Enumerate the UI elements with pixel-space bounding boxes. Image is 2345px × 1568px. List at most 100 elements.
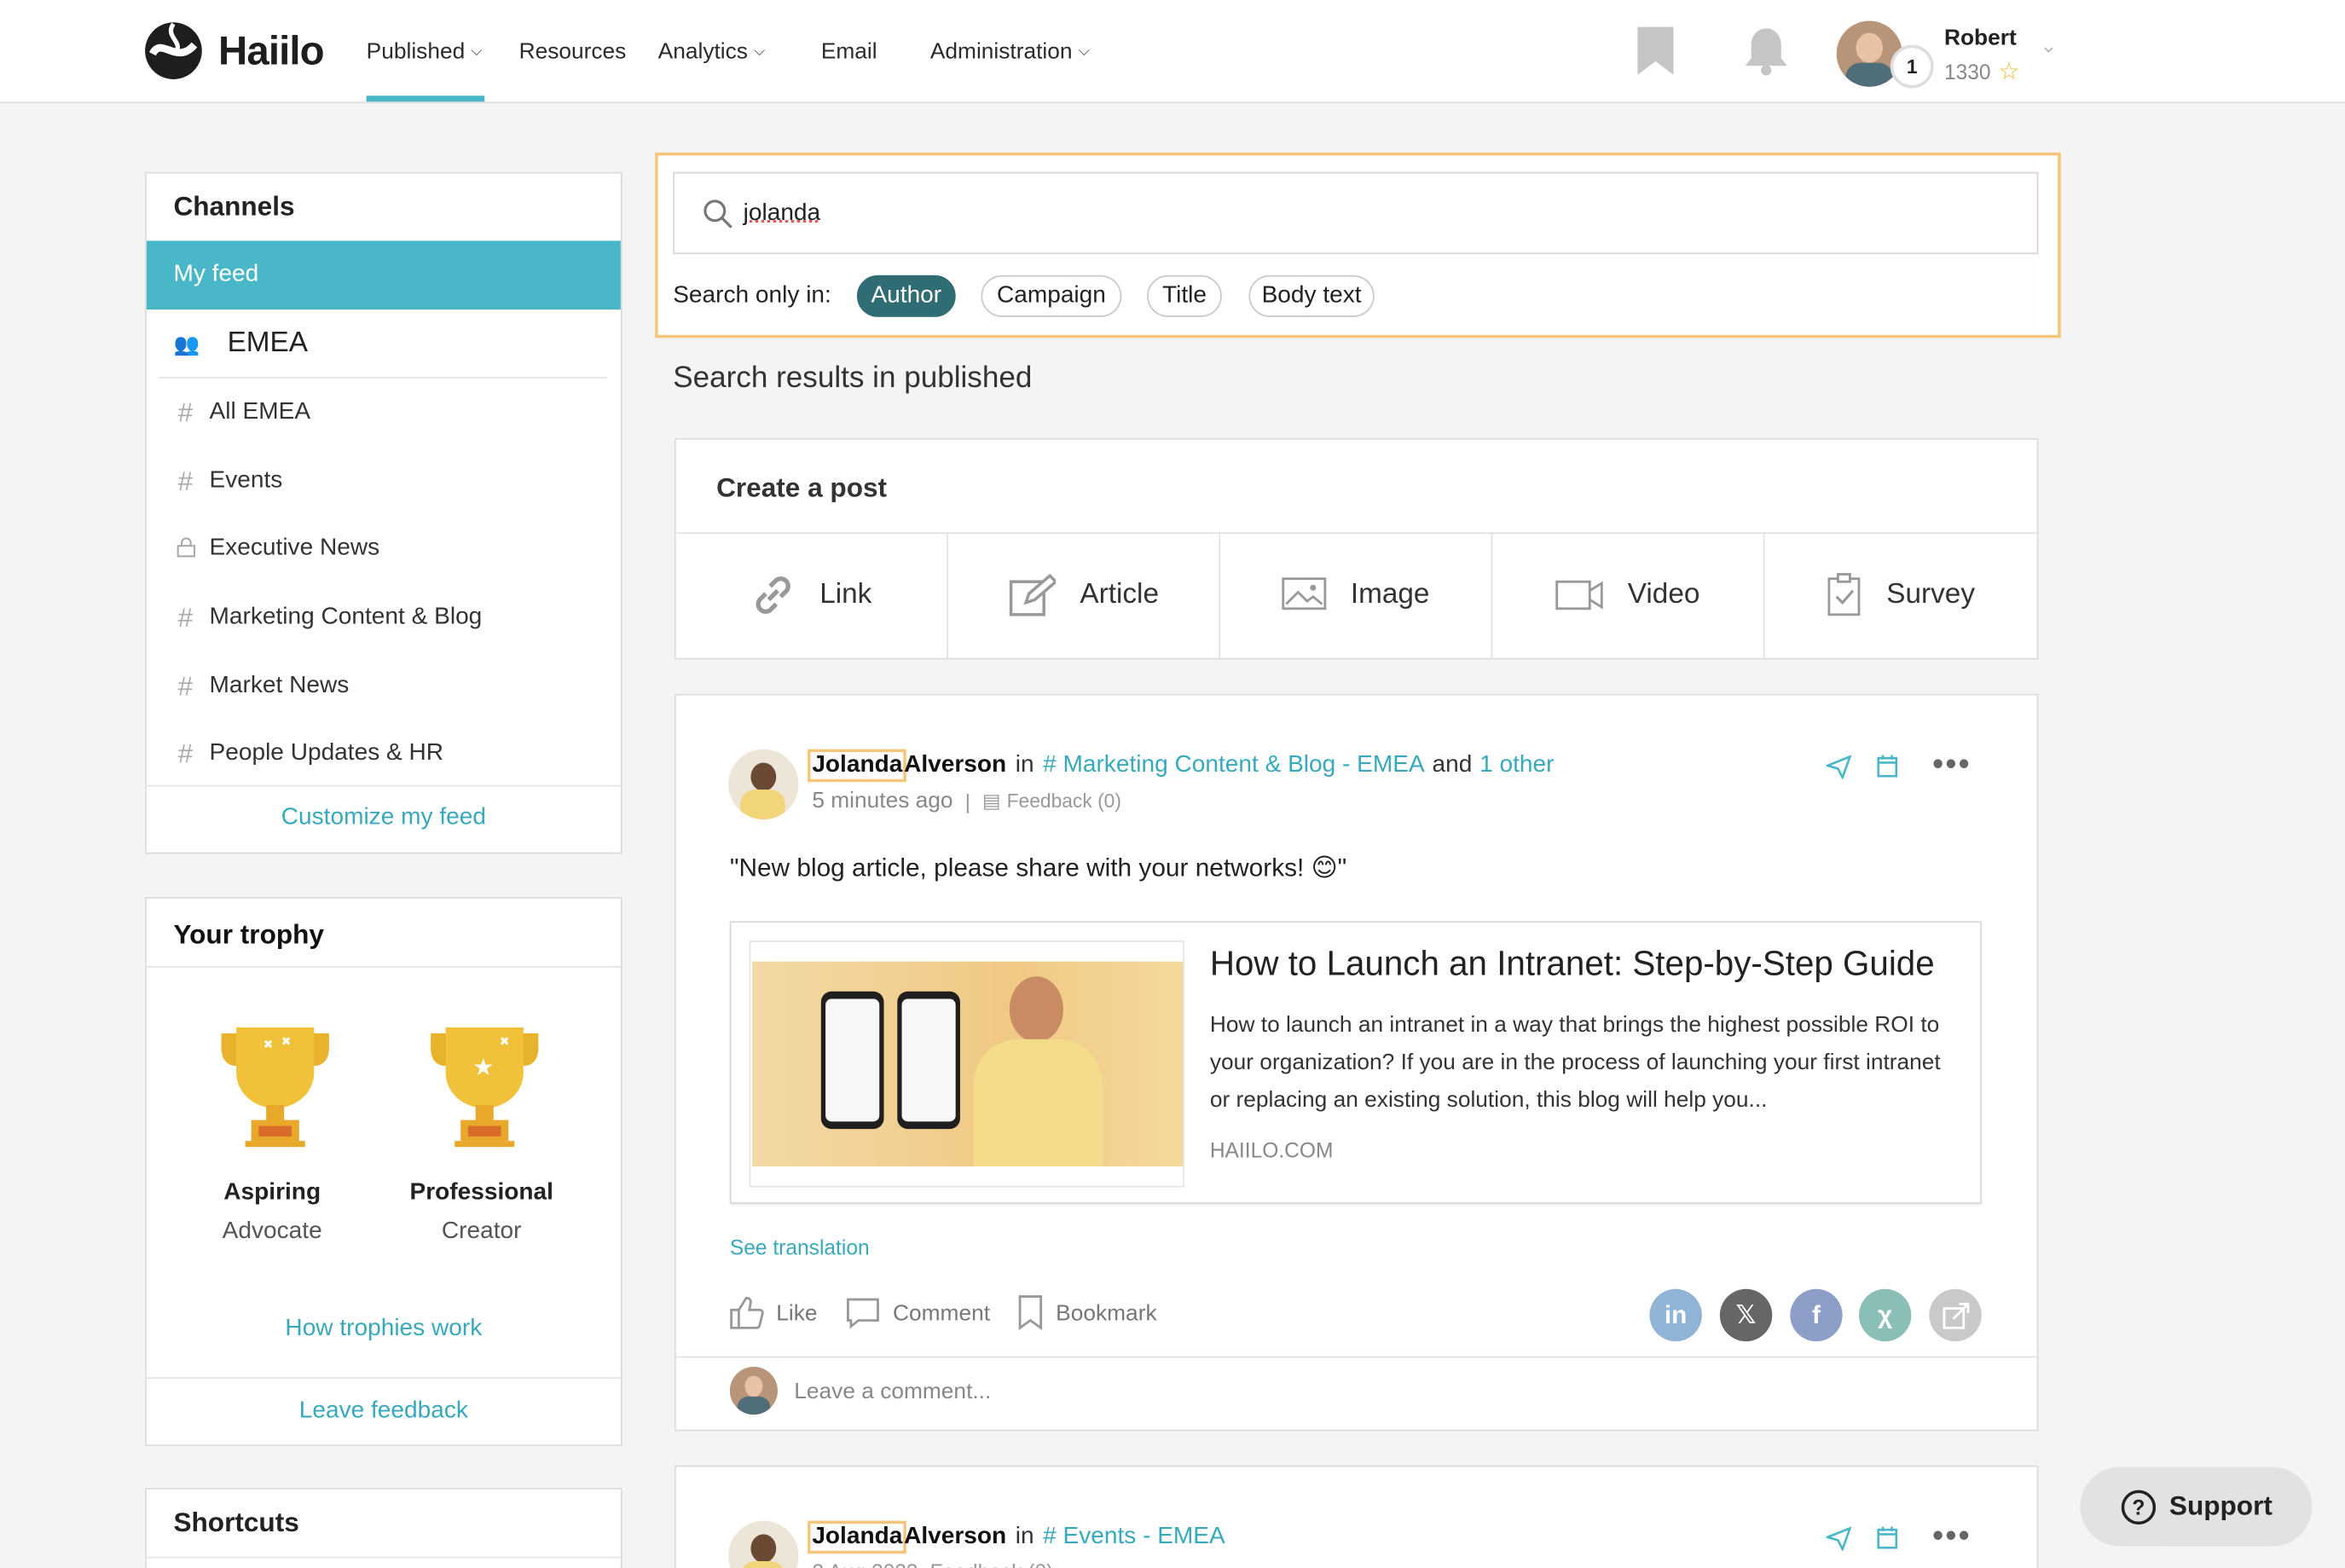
post-header: Jolanda Alverson in # Marketing Content … (808, 749, 1554, 783)
svg-text:✖: ✖ (263, 1037, 274, 1050)
filter-title[interactable]: Title (1147, 275, 1222, 317)
channel-group-emea[interactable]: 👥 EMEA (147, 310, 621, 379)
support-button[interactable]: ? Support (2080, 1467, 2313, 1547)
divider (146, 784, 621, 787)
search-results-heading: Search results in published (673, 362, 1033, 396)
filter-author[interactable]: Author (856, 275, 956, 317)
channel-item[interactable]: # Events (147, 447, 621, 516)
create-survey-button[interactable]: Survey (1764, 532, 2036, 657)
svg-text:✖: ✖ (281, 1034, 292, 1048)
filter-campaign[interactable]: Campaign (981, 275, 1122, 317)
channel-my-feed-label: My feed (173, 261, 259, 287)
user-name[interactable]: Robert (1944, 26, 2017, 51)
feedback-label[interactable]: Feedback (0) (930, 1559, 1054, 1568)
user-points: 1330 ☆ (1944, 57, 2020, 87)
channel-item[interactable]: # Market News (147, 652, 621, 721)
bookmark-button[interactable]: Bookmark (1017, 1295, 1157, 1331)
user-points-value: 1330 (1943, 60, 1991, 84)
bookmark-icon[interactable] (1636, 26, 1676, 77)
channel-my-feed[interactable]: My feed (146, 240, 621, 310)
article-icon (1009, 573, 1057, 616)
how-trophies-work-link[interactable]: How trophies work (147, 1316, 621, 1343)
hash-icon: # (177, 670, 194, 701)
chevron-down-icon: ⌵ (753, 42, 766, 60)
create-link-button[interactable]: Link (676, 532, 948, 658)
post-other-link[interactable]: 1 other (1479, 752, 1554, 779)
nav-email[interactable]: Email (821, 36, 877, 66)
nav-published[interactable]: Published ⌵ (367, 36, 483, 66)
author-last-name[interactable]: Alverson (904, 1524, 1006, 1551)
like-button[interactable]: Like (728, 1295, 818, 1331)
share-linkedin-icon[interactable]: in (1649, 1288, 1702, 1342)
svg-text:★: ★ (472, 1054, 494, 1080)
trophy-aspiring-sub: Advocate (222, 1218, 322, 1245)
svg-text:✖: ✖ (500, 1034, 510, 1048)
comment-input[interactable]: Leave a comment... (794, 1379, 991, 1404)
phone-mockup (820, 991, 884, 1130)
haiilo-logo[interactable]: Haiilo (143, 21, 325, 81)
create-video-button[interactable]: Video (1492, 532, 1765, 658)
search-input[interactable]: jolanda (673, 171, 2039, 255)
send-icon[interactable] (1826, 1526, 1852, 1551)
filter-body-text[interactable]: Body text (1248, 275, 1375, 317)
avatar-face (750, 762, 777, 791)
post-in-text: in (1015, 1524, 1034, 1549)
nav-administration-label: Administration (929, 38, 1073, 64)
share-xing-icon[interactable]: χ (1858, 1288, 1912, 1342)
divider (146, 1377, 621, 1380)
trophy-professional-title: Professional (409, 1179, 553, 1206)
image-icon (1282, 577, 1327, 610)
share-facebook-icon[interactable]: f (1790, 1288, 1843, 1342)
survey-icon (1828, 573, 1862, 616)
person-body (973, 1039, 1103, 1166)
create-image-label: Image (1350, 578, 1430, 610)
create-article-button[interactable]: Article (948, 532, 1221, 658)
nav-administration[interactable]: Administration ⌵ (930, 36, 1090, 66)
divider (146, 965, 621, 968)
more-options-icon[interactable]: ••• (1932, 1516, 1972, 1555)
nav-resources[interactable]: Resources (519, 36, 627, 66)
chevron-down-icon[interactable]: ⌄ (2040, 33, 2058, 59)
link-preview-title: How to Launch an Intranet: Step-by-Step … (1209, 943, 1935, 983)
like-label: Like (776, 1299, 818, 1326)
link-preview-image (749, 940, 1185, 1188)
channel-item[interactable]: Executive News (147, 514, 621, 583)
post-channel-link[interactable]: # Marketing Content & Blog - EMEA (1043, 752, 1425, 779)
post-channel-link[interactable]: # Events - EMEA (1043, 1524, 1225, 1551)
help-icon: ? (2120, 1489, 2156, 1525)
nav-analytics[interactable]: Analytics ⌵ (658, 36, 766, 66)
author-first-name[interactable]: Jolanda (808, 1520, 907, 1554)
share-x-icon[interactable]: 𝕏 (1719, 1288, 1773, 1342)
channel-item[interactable]: # All EMEA (147, 379, 621, 448)
channels-panel: Channels My feed 👥 EMEA # All EMEA # Event… (145, 171, 622, 854)
divider (146, 1556, 621, 1559)
see-translation-link[interactable]: See translation (730, 1235, 870, 1259)
channel-item[interactable]: # Marketing Content & Blog (147, 583, 621, 652)
author-avatar[interactable] (728, 749, 799, 820)
link-preview[interactable]: How to Launch an Intranet: Step-by-Step … (729, 921, 1982, 1204)
share-external-icon[interactable] (1929, 1288, 1982, 1342)
more-options-icon[interactable]: ••• (1932, 744, 1972, 784)
nav-resources-label: Resources (518, 38, 627, 64)
create-post-title: Create a post (716, 472, 888, 503)
channel-item[interactable]: # People Updates & HR (147, 720, 621, 789)
feedback-link[interactable]: ▤ Feedback (0) (982, 789, 1121, 813)
send-icon[interactable] (1826, 755, 1852, 779)
create-survey-label: Survey (1886, 578, 1976, 610)
author-last-name[interactable]: Alverson (904, 752, 1006, 779)
customize-feed-link[interactable]: Customize my feed (147, 805, 621, 832)
post-header: Jolanda Alverson in # Events - EMEA (808, 1520, 1225, 1554)
create-image-button[interactable]: Image (1220, 532, 1493, 658)
lock-icon (147, 533, 210, 564)
calendar-icon[interactable] (1877, 754, 1898, 778)
leave-feedback-link[interactable]: Leave feedback (147, 1398, 621, 1426)
comment-button[interactable]: Comment (845, 1295, 990, 1331)
bell-icon[interactable] (1742, 26, 1790, 77)
avatar-face (1856, 32, 1884, 63)
trophy-professional-sub: Creator (441, 1218, 522, 1245)
author-first-name[interactable]: Jolanda (808, 749, 907, 783)
search-query: jolanda (743, 200, 821, 226)
channel-label: Events (209, 467, 283, 494)
top-navigation-bar: Haiilo Published ⌵ Resources Analytics ⌵ E… (0, 0, 2345, 104)
calendar-icon[interactable] (1877, 1525, 1898, 1549)
